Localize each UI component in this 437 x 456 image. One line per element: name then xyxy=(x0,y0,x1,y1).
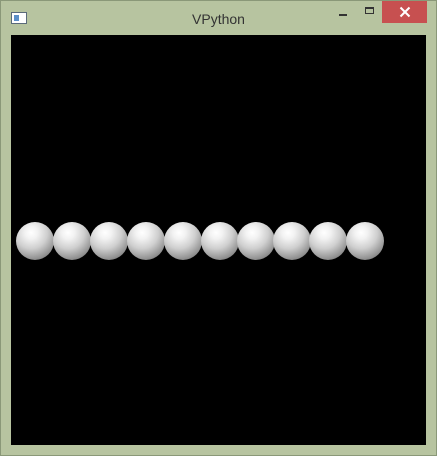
scene-canvas[interactable] xyxy=(11,35,426,445)
title-bar[interactable]: VPython xyxy=(1,1,436,35)
sphere xyxy=(201,222,239,260)
maximize-button[interactable] xyxy=(356,1,382,23)
sphere xyxy=(273,222,311,260)
sphere xyxy=(90,222,128,260)
vpython-window: VPython xyxy=(0,0,437,456)
sphere xyxy=(237,222,275,260)
sphere xyxy=(346,222,384,260)
minimize-button[interactable] xyxy=(330,1,356,23)
minimize-icon xyxy=(339,13,347,16)
sphere xyxy=(309,222,347,260)
maximize-icon xyxy=(364,6,374,14)
sphere xyxy=(53,222,91,260)
close-icon xyxy=(399,6,410,18)
sphere xyxy=(127,222,165,260)
sphere xyxy=(164,222,202,260)
close-button[interactable] xyxy=(382,1,427,23)
sphere xyxy=(16,222,54,260)
